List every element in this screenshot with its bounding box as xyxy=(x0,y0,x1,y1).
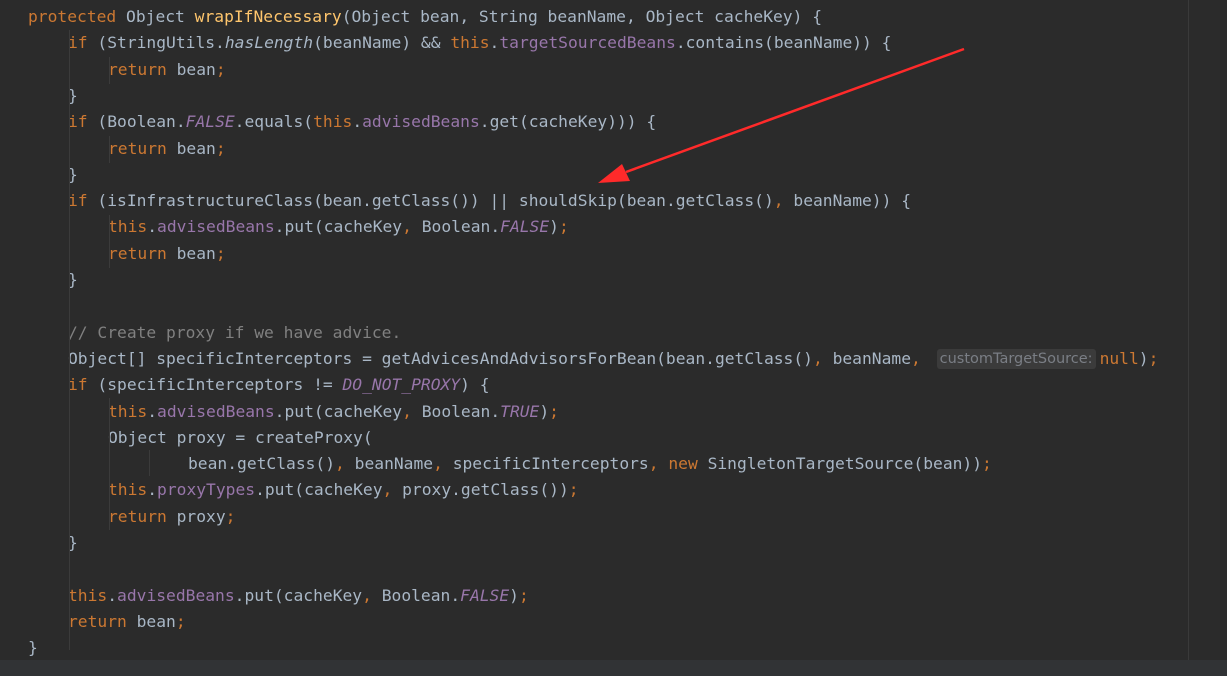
code-editor[interactable]: protected Object wrapIfNecessary(Object … xyxy=(0,0,1227,676)
arrow-head xyxy=(598,164,630,183)
arrow-shaft xyxy=(625,47,965,174)
red-arrow-icon xyxy=(598,47,965,183)
